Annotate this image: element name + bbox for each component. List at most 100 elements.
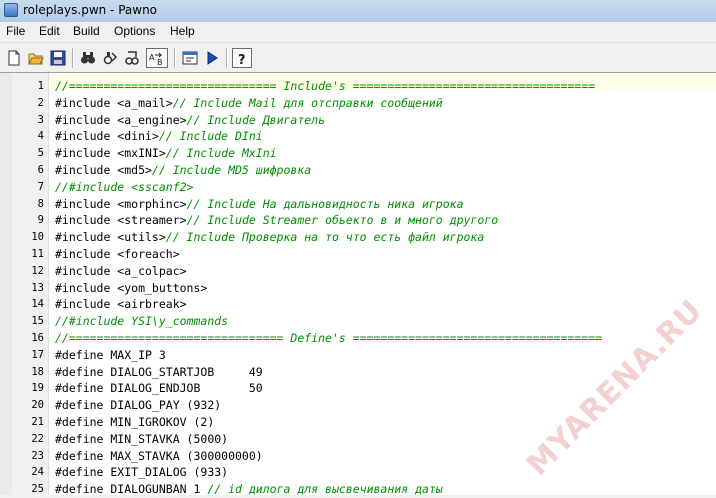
code-text: #define DIALOG_STARTJOB 49 (55, 364, 263, 381)
code-line[interactable]: 3 #include <a_engine>// Include Двигатель (0, 112, 716, 129)
code-token: #include <md5> (55, 163, 152, 177)
svg-text:?: ? (238, 53, 246, 67)
code-line[interactable]: 22 #define MIN_STAVKA (5000) (0, 431, 716, 448)
save-file-button[interactable] (48, 48, 68, 68)
code-token: #include <foreach> (55, 247, 180, 261)
svg-text:B: B (157, 58, 163, 67)
menu-edit[interactable]: Edit (39, 24, 60, 38)
code-line[interactable]: 15 //#include YSI\y_commands (0, 313, 716, 330)
code-token: #define MAX_IP 3 (55, 347, 166, 362)
code-text: #define MAX_STAVKA (300000000) (55, 448, 263, 465)
new-file-button[interactable] (4, 48, 24, 68)
code-text: #include <streamer>// Include Streamer о… (55, 212, 498, 229)
code-text: #define MAX_IP 3 (55, 347, 166, 364)
code-token: #define DIALOG_ENDJOB 50 (55, 381, 263, 396)
code-text: #include <dini>// Include DIni (55, 128, 263, 145)
line-number: 13 (31, 281, 44, 294)
code-line[interactable]: 11 #include <foreach> (0, 246, 716, 263)
code-line[interactable]: 21 #define MIN_IGROKOV (2) (0, 414, 716, 431)
code-line[interactable]: 25 #define DIALOGUNBAN 1 // id дилога для… (0, 481, 716, 498)
title-bar: roleplays.pwn - Pawno (0, 0, 716, 23)
code-line[interactable]: 2 #include <a_mail>// Include Mail для от… (0, 95, 716, 112)
code-comment: // Include На дальновидность ника игрока (186, 196, 464, 211)
line-number: 24 (31, 466, 44, 479)
code-line[interactable]: 17 #define MAX_IP 3 (0, 347, 716, 364)
open-file-button[interactable] (26, 48, 46, 68)
code-comment: //#include <sscanf2> (55, 179, 194, 194)
line-number: 15 (31, 315, 44, 328)
line-number: 14 (31, 298, 44, 311)
line-number: 16 (31, 332, 44, 344)
code-line[interactable]: 19 #define DIALOG_ENDJOB 50 (0, 380, 716, 397)
toolbar: AB ? (0, 42, 716, 73)
code-editor[interactable]: 1 //============================== Includ… (0, 72, 716, 498)
code-line[interactable]: 14 #include <airbreak> (0, 296, 716, 313)
line-number: 25 (31, 483, 44, 496)
code-text: #include <a_mail>// Include Mail для отс… (55, 95, 443, 112)
code-line[interactable]: 10 #include <utils>// Include Проверка на… (0, 229, 716, 246)
code-line[interactable]: 1 //============================== Includ… (0, 78, 716, 95)
code-line[interactable]: 6 #include <md5>// Include MD5 шифровка (0, 162, 716, 179)
code-line[interactable]: 18 #define DIALOG_STARTJOB 49 (0, 364, 716, 381)
find-next-button[interactable] (100, 48, 120, 68)
code-token: #include <dini> (55, 129, 159, 144)
app-icon (4, 3, 18, 17)
menu-file[interactable]: File (6, 24, 25, 38)
code-line[interactable]: 13 #include <yom_buttons> (0, 280, 716, 297)
floppy-disk-icon (50, 50, 66, 66)
binoculars-icon (81, 52, 95, 64)
code-comment: // Include DIni (158, 129, 263, 144)
toolbar-separator (174, 48, 176, 68)
replace-button[interactable] (122, 48, 142, 68)
code-line[interactable]: 4 #include <dini>// Include DIni (0, 128, 716, 145)
code-text: //=============================== Define… (55, 330, 602, 347)
compile-button[interactable] (180, 48, 200, 68)
code-line[interactable]: 5 #include <mxINI>// Include MxIni (0, 145, 716, 162)
code-line[interactable]: 7 //#include <sscanf2> (0, 179, 716, 196)
line-number: 19 (31, 382, 44, 395)
toolbar-separator (72, 48, 74, 68)
svg-text:A: A (149, 53, 155, 62)
code-token: #define MIN_IGROKOV (2) (55, 415, 215, 429)
code-token: #define DIALOG_STARTJOB 49 (55, 364, 263, 379)
code-line[interactable]: 12 #include <a_colpac> (0, 263, 716, 280)
line-number: 4 (37, 130, 44, 143)
find-button[interactable] (78, 48, 98, 68)
code-token: #define EXIT_DIALOG (933) (55, 465, 229, 480)
play-icon (207, 51, 218, 65)
code-text: #include <foreach> (55, 246, 180, 263)
code-line[interactable]: 24 #define EXIT_DIALOG (933) (0, 464, 716, 481)
replace-all-button[interactable]: AB (146, 48, 168, 68)
code-token: #include <morphinc> (55, 196, 187, 211)
line-number: 9 (37, 214, 44, 227)
code-text: #define MIN_STAVKA (5000) (55, 431, 228, 448)
code-text: #define EXIT_DIALOG (933) (55, 464, 228, 481)
line-number: 11 (31, 248, 44, 260)
line-number: 1 (37, 80, 44, 92)
menu-options[interactable]: Options (114, 24, 155, 38)
code-line[interactable]: 8 #include <morphinc>// Include На дально… (0, 196, 716, 213)
code-text: #include <morphinc>// Include На дальнов… (55, 196, 464, 213)
code-line[interactable]: 23 #define MAX_STAVKA (300000000) (0, 448, 716, 465)
code-text: //#include <sscanf2> (55, 179, 193, 196)
run-button[interactable] (202, 48, 222, 68)
code-comment: // Include MD5 шифровка (151, 163, 312, 177)
code-text: #define DIALOG_ENDJOB 50 (55, 380, 263, 397)
window-title: roleplays.pwn - Pawno (23, 3, 158, 17)
menu-help[interactable]: Help (170, 24, 195, 38)
compile-icon (182, 51, 198, 65)
line-number: 23 (31, 449, 44, 462)
open-folder-icon (28, 53, 44, 65)
line-number: 7 (37, 180, 44, 193)
code-line[interactable]: 9 #include <streamer>// Include Streamer … (0, 212, 716, 229)
code-text: #define DIALOGUNBAN 1 // id дилога для в… (55, 481, 443, 498)
line-number: 6 (37, 164, 44, 176)
replace-all-icon: AB (149, 52, 163, 67)
line-number: 12 (31, 264, 44, 277)
code-line[interactable]: 16 //=============================== Defi… (0, 330, 716, 347)
code-line[interactable]: 20 #define DIALOG_PAY (932) (0, 397, 716, 414)
menu-build[interactable]: Build (73, 24, 100, 38)
help-button[interactable]: ? (232, 48, 252, 68)
code-comment: //============================== Include… (55, 79, 596, 93)
menu-bar: File Edit Build Options Help (0, 22, 716, 42)
